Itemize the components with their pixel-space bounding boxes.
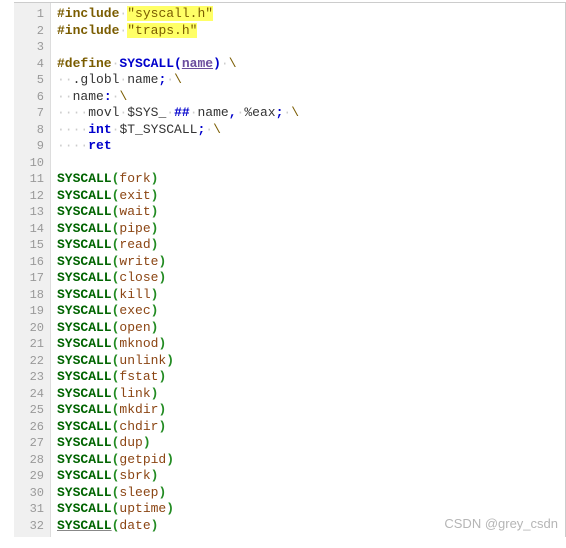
line-number: 23: [14, 369, 44, 386]
line-number: 3: [14, 39, 44, 56]
line-number: 12: [14, 188, 44, 205]
code-line-15: SYSCALL(read): [57, 237, 565, 254]
code-line-26: SYSCALL(chdir): [57, 419, 565, 436]
code-line-27: SYSCALL(dup): [57, 435, 565, 452]
code-line-1: #include·"syscall.h": [57, 6, 565, 23]
line-number: 8: [14, 122, 44, 139]
code-line-10: [57, 155, 565, 172]
line-number: 10: [14, 155, 44, 172]
watermark: CSDN @grey_csdn: [444, 516, 558, 531]
code-line-9: ····ret: [57, 138, 565, 155]
code-line-29: SYSCALL(sbrk): [57, 468, 565, 485]
line-number: 13: [14, 204, 44, 221]
code-line-2: #include·"traps.h": [57, 23, 565, 40]
code-line-20: SYSCALL(open): [57, 320, 565, 337]
code-line-18: SYSCALL(kill): [57, 287, 565, 304]
line-number: 18: [14, 287, 44, 304]
code-line-8: ····int·$T_SYSCALL;·\: [57, 122, 565, 139]
code-line-7: ····movl·$SYS_·##·name,·%eax;·\: [57, 105, 565, 122]
line-number: 20: [14, 320, 44, 337]
line-number: 11: [14, 171, 44, 188]
line-number: 29: [14, 468, 44, 485]
line-number: 5: [14, 72, 44, 89]
line-number: 14: [14, 221, 44, 238]
line-number: 9: [14, 138, 44, 155]
code-line-23: SYSCALL(fstat): [57, 369, 565, 386]
line-number: 15: [14, 237, 44, 254]
line-number: 21: [14, 336, 44, 353]
line-number: 6: [14, 89, 44, 106]
line-number: 19: [14, 303, 44, 320]
line-number: 22: [14, 353, 44, 370]
line-number: 2: [14, 23, 44, 40]
line-number: 28: [14, 452, 44, 469]
code-line-14: SYSCALL(pipe): [57, 221, 565, 238]
code-line-17: SYSCALL(close): [57, 270, 565, 287]
code-line-4: #define·SYSCALL(name)·\: [57, 56, 565, 73]
line-number: 27: [14, 435, 44, 452]
code-line-30: SYSCALL(sleep): [57, 485, 565, 502]
code-line-6: ··name:·\: [57, 89, 565, 106]
code-area: #include·"syscall.h"#include·"traps.h" #d…: [51, 3, 565, 537]
code-line-3: [57, 39, 565, 56]
line-number: 4: [14, 56, 44, 73]
line-number: 1: [14, 6, 44, 23]
line-number: 31: [14, 501, 44, 518]
line-number: 26: [14, 419, 44, 436]
code-line-5: ··.globl·name;·\: [57, 72, 565, 89]
code-line-19: SYSCALL(exec): [57, 303, 565, 320]
code-line-24: SYSCALL(link): [57, 386, 565, 403]
line-number: 30: [14, 485, 44, 502]
line-gutter: 1234567891011121314151617181920212223242…: [14, 3, 51, 537]
line-number: 32: [14, 518, 44, 535]
code-editor: 1234567891011121314151617181920212223242…: [14, 2, 566, 537]
code-line-22: SYSCALL(unlink): [57, 353, 565, 370]
code-line-28: SYSCALL(getpid): [57, 452, 565, 469]
code-line-12: SYSCALL(exit): [57, 188, 565, 205]
line-number: 17: [14, 270, 44, 287]
code-line-25: SYSCALL(mkdir): [57, 402, 565, 419]
line-number: 16: [14, 254, 44, 271]
code-line-21: SYSCALL(mknod): [57, 336, 565, 353]
code-line-11: SYSCALL(fork): [57, 171, 565, 188]
line-number: 24: [14, 386, 44, 403]
line-number: 25: [14, 402, 44, 419]
line-number: 7: [14, 105, 44, 122]
code-line-16: SYSCALL(write): [57, 254, 565, 271]
code-line-13: SYSCALL(wait): [57, 204, 565, 221]
